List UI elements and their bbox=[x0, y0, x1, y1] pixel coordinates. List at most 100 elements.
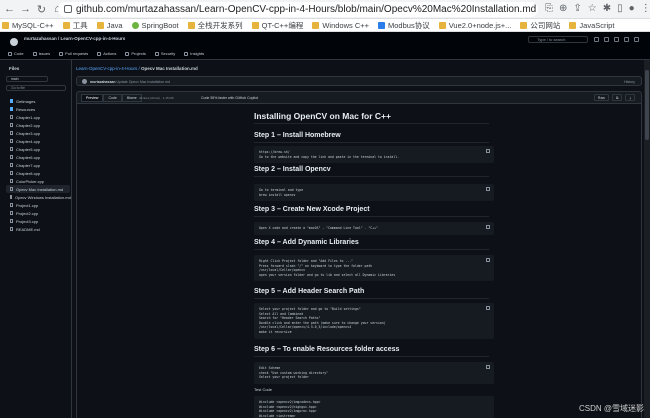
tree-file[interactable]: Project3.cpp bbox=[6, 217, 70, 225]
tree-folder[interactable]: Resources bbox=[6, 105, 70, 113]
scrollbar[interactable] bbox=[644, 60, 650, 418]
repo-path[interactable]: murtazahassan / Learn-OpenCV-cpp-in-4-Ho… bbox=[24, 36, 125, 41]
tab-security[interactable]: Security bbox=[154, 51, 175, 56]
code-line: make it recursive bbox=[259, 329, 292, 334]
copy-icon[interactable] bbox=[486, 225, 490, 229]
code-line: Go to the website and copy the link and … bbox=[259, 154, 400, 159]
tree-file[interactable]: Chapter4.cpp bbox=[6, 137, 70, 145]
bookmark-qt[interactable]: QT-C++编程 bbox=[251, 20, 303, 31]
file-tree: Getimages Resources Chapter1.cpp Chapter2.c… bbox=[6, 97, 71, 233]
history-link[interactable]: History bbox=[624, 80, 635, 84]
tree-file[interactable]: Chapter5.cpp bbox=[6, 145, 70, 153]
tree-file[interactable]: Opecv Windows Installation.md bbox=[6, 193, 71, 201]
go-to-file-input[interactable]: Go to file bbox=[6, 85, 66, 91]
sidepanel-icon[interactable]: ▯ bbox=[617, 3, 623, 14]
star-icon[interactable]: ☆ bbox=[588, 3, 597, 14]
address-bar[interactable]: github.com/murtazahassan/Learn-OpenCV-cp… bbox=[58, 2, 538, 17]
bookmark-mysql[interactable]: MySQL-C++ bbox=[2, 21, 54, 30]
code-block: Right Click Project folder and "Add File… bbox=[254, 255, 494, 282]
commit-author[interactable]: murtazahassan bbox=[90, 80, 115, 84]
tab-actions[interactable]: Actions bbox=[97, 51, 116, 56]
reload-icon[interactable]: ↻ bbox=[35, 3, 48, 16]
folder-icon bbox=[569, 21, 577, 29]
tree-file[interactable]: Chapter2.cpp bbox=[6, 121, 70, 129]
tree-file[interactable]: Chapter7.cpp bbox=[6, 161, 70, 169]
tree-item-label: README.md bbox=[16, 226, 40, 232]
profile-icon[interactable]: ● bbox=[629, 3, 635, 14]
avatar[interactable] bbox=[82, 79, 87, 84]
issue-icon bbox=[32, 51, 37, 56]
menu-icon[interactable]: ⋮ bbox=[641, 3, 650, 14]
inbox-icon[interactable] bbox=[634, 37, 639, 42]
tab-insights[interactable]: Insights bbox=[184, 51, 204, 56]
copy-icon[interactable] bbox=[486, 365, 490, 369]
graph-icon bbox=[184, 51, 189, 56]
download-icon[interactable]: ⤓ bbox=[625, 94, 635, 101]
commit-message[interactable]: Update Opecv Mac Installation.md bbox=[116, 80, 170, 84]
tree-file[interactable]: Chapter6.cpp bbox=[6, 153, 70, 161]
code-block: Edit Scheme check "Use custom working dir… bbox=[254, 362, 494, 384]
bookmark-windows[interactable]: Windows C++ bbox=[312, 21, 369, 30]
file-icon bbox=[10, 203, 13, 207]
tree-file[interactable]: Chapter3.cpp bbox=[6, 129, 70, 137]
section-heading: Step 2 – Install Opencv bbox=[254, 166, 331, 173]
translate-icon[interactable]: ⎘ bbox=[545, 3, 553, 14]
tree-folder[interactable]: Getimages bbox=[6, 97, 70, 105]
lock-icon bbox=[64, 5, 72, 13]
section-heading: Step 1 – Install Homebrew bbox=[254, 132, 341, 139]
tree-file[interactable]: Opecv Mac Installation.md bbox=[6, 185, 70, 193]
tab-projects[interactable]: Projects bbox=[125, 51, 146, 56]
branch-selector[interactable]: main bbox=[6, 76, 48, 82]
tree-item-label: Project1.cpp bbox=[16, 202, 39, 208]
tree-file[interactable]: ColorPicker.cpp bbox=[6, 177, 70, 185]
bookmark-javascript[interactable]: JavaScript bbox=[569, 21, 614, 30]
search-input[interactable]: Type / to search bbox=[528, 36, 588, 43]
plus-icon[interactable] bbox=[604, 37, 609, 42]
bookmark-vue[interactable]: Vue2.0+node.js+... bbox=[438, 21, 511, 30]
preview-tab[interactable]: Preview bbox=[81, 94, 104, 102]
tree-file[interactable]: Project2.cpp bbox=[6, 209, 70, 217]
back-icon[interactable]: ← bbox=[3, 3, 16, 16]
copy-icon[interactable] bbox=[486, 258, 490, 262]
title-divider bbox=[254, 123, 489, 124]
tree-file[interactable]: README.md bbox=[6, 225, 70, 233]
copy-icon[interactable]: ⧉ bbox=[611, 94, 623, 101]
copy-icon[interactable] bbox=[486, 149, 490, 153]
copilot-icon[interactable] bbox=[594, 37, 599, 42]
folder-icon bbox=[187, 21, 195, 29]
tab-code[interactable]: Code bbox=[8, 51, 24, 56]
breadcrumb-repo[interactable]: Learn-OpenCV-cpp-in-4-Hours bbox=[76, 66, 137, 71]
file-icon bbox=[10, 195, 12, 199]
tree-item-label: Project3.cpp bbox=[16, 218, 39, 224]
code-tab[interactable]: Code bbox=[103, 94, 122, 102]
bookmark-springboot[interactable]: SpringBoot bbox=[131, 21, 179, 30]
share-icon[interactable]: ⇪ bbox=[573, 3, 581, 14]
bookmark-java[interactable]: Java bbox=[96, 21, 123, 30]
bookmark-modbus[interactable]: Modbus协议 bbox=[378, 20, 430, 31]
file-icon bbox=[10, 171, 13, 175]
tree-item-label: Chapter7.cpp bbox=[16, 162, 41, 168]
bookmark-tools[interactable]: 工具 bbox=[62, 20, 88, 31]
raw-button[interactable]: Raw bbox=[593, 94, 609, 101]
code-icon bbox=[8, 51, 12, 56]
pulls-icon[interactable] bbox=[624, 37, 629, 42]
zoom-icon[interactable]: ⊕ bbox=[559, 3, 567, 14]
copy-icon[interactable] bbox=[486, 306, 490, 310]
extensions-icon[interactable]: ✱ bbox=[603, 3, 611, 14]
bookmark-company[interactable]: 公司网站 bbox=[520, 20, 560, 31]
tree-file[interactable]: Project1.cpp bbox=[6, 201, 70, 209]
tree-item-label: Getimages bbox=[16, 98, 36, 104]
copy-icon[interactable] bbox=[486, 187, 490, 191]
copilot-banner[interactable]: Code 55% faster with GitHub Copilot bbox=[201, 96, 258, 100]
tab-pull-requests[interactable]: Pull requests bbox=[59, 51, 88, 56]
issues-icon[interactable] bbox=[614, 37, 619, 42]
tree-file[interactable]: Chapter8.cpp bbox=[6, 169, 70, 177]
github-logo-icon[interactable] bbox=[10, 38, 18, 46]
file-icon bbox=[10, 155, 13, 159]
forward-icon[interactable]: → bbox=[19, 3, 32, 16]
tree-file[interactable]: Chapter1.cpp bbox=[6, 113, 70, 121]
bookmark-fullstack[interactable]: 全栈开发系列 bbox=[187, 20, 243, 31]
latest-commit-bar: murtazahassan Update Opecv Mac Installat… bbox=[76, 76, 642, 86]
scrollbar-thumb[interactable] bbox=[645, 70, 649, 140]
tab-issues[interactable]: Issues bbox=[32, 51, 50, 56]
